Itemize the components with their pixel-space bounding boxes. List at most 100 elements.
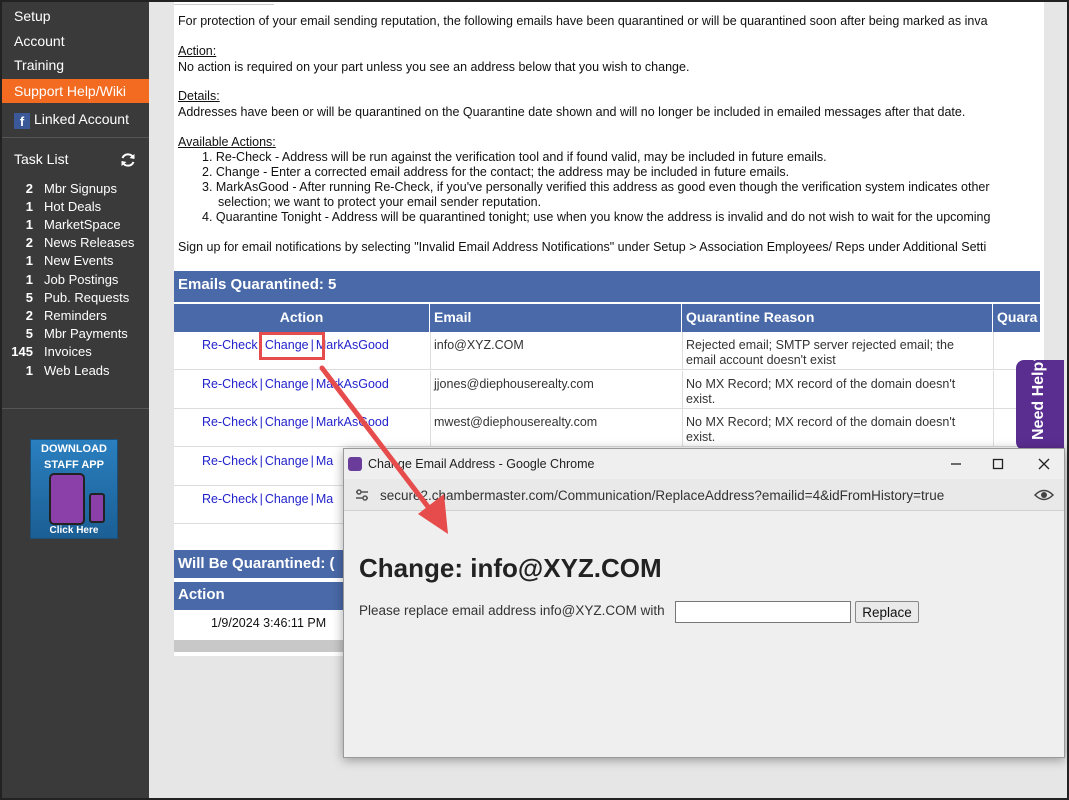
nav-training[interactable]: Training — [2, 53, 149, 77]
recheck-link[interactable]: Re-Check — [202, 492, 258, 506]
action-item-quarantine: 4. Quarantine Tonight - Address will be … — [202, 210, 991, 224]
reason-line: exist. — [686, 392, 716, 406]
task-pub-requests[interactable]: 5 Pub. Requests — [2, 290, 149, 308]
site-settings-icon[interactable] — [354, 487, 370, 503]
markasgood-link[interactable]: MarkAsGood — [316, 377, 389, 391]
reason-line: email account doesn't exist — [686, 353, 836, 367]
recheck-link[interactable]: Re-Check — [202, 454, 258, 468]
replace-button[interactable]: Replace — [855, 601, 919, 623]
change-link[interactable]: Change — [265, 377, 309, 391]
popup-address-bar[interactable]: secure2.chambermaster.com/Communication/… — [344, 479, 1064, 511]
task-invoices[interactable]: 145 Invoices — [2, 344, 149, 362]
task-count: 5 — [25, 326, 33, 341]
action-item-change: 2. Change - Enter a corrected email addr… — [202, 165, 790, 179]
new-email-input[interactable] — [675, 601, 851, 623]
task-reminders[interactable]: 2 Reminders — [2, 308, 149, 326]
task-count: 2 — [25, 181, 33, 196]
app-badge-line2: STAFF APP — [44, 459, 104, 471]
popup-titlebar[interactable]: Change Email Address - Google Chrome — [344, 449, 1064, 479]
nav-linked-account-label: Linked Account — [34, 111, 129, 127]
change-link[interactable]: Change — [265, 454, 309, 468]
cell-divider — [993, 409, 994, 447]
reason-line: Rejected email; SMTP server rejected ema… — [686, 338, 954, 352]
download-staff-app-badge[interactable]: DOWNLOAD STAFF APP Click Here — [30, 439, 118, 539]
will-be-date-cell: 1/9/2024 3:46:11 PM — [211, 616, 327, 630]
nav-setup[interactable]: Setup — [2, 4, 149, 28]
table-row: Re-Check | Change | MarkAsGood jjones@diepho… — [174, 371, 1040, 409]
horizontal-scrollbar[interactable] — [174, 640, 364, 652]
task-mbr-signups[interactable]: 2 Mbr Signups — [2, 181, 149, 199]
task-list-title: Task List — [14, 151, 69, 167]
phone-icon — [49, 473, 85, 525]
email-cell: mwest@diephouserealty.com — [434, 415, 598, 429]
action-item-markasgood: 3. MarkAsGood - After running Re-Check, … — [202, 180, 990, 194]
action-text: No action is required on your part unles… — [178, 60, 690, 74]
recheck-link[interactable]: Re-Check — [202, 415, 258, 429]
link-separator: | — [259, 415, 263, 429]
link-separator: | — [259, 377, 263, 391]
task-count: 145 — [11, 344, 33, 359]
link-separator: | — [310, 377, 314, 391]
cell-divider — [682, 371, 683, 409]
cell-divider — [682, 332, 683, 370]
refresh-icon[interactable] — [120, 152, 136, 168]
cell-divider — [993, 371, 994, 409]
reason-cell: No MX Record; MX record of the domain do… — [686, 377, 955, 407]
row-actions: Re-Check | Change | Ma — [202, 492, 333, 506]
task-job-postings[interactable]: 1 Job Postings — [2, 272, 149, 290]
markasgood-link[interactable]: Ma — [316, 492, 333, 506]
task-label: Invoices — [44, 344, 92, 359]
task-count: 1 — [25, 253, 33, 268]
facebook-icon: f — [14, 113, 30, 129]
reason-line: No MX Record; MX record of the domain do… — [686, 415, 956, 429]
recheck-link[interactable]: Re-Check — [202, 338, 258, 352]
eye-icon[interactable] — [1034, 487, 1054, 503]
markasgood-link[interactable]: MarkAsGood — [316, 415, 389, 429]
task-count: 2 — [25, 235, 33, 250]
markasgood-link[interactable]: MarkAsGood — [316, 338, 389, 352]
table-header: Action Email Quarantine Reason Quara — [174, 303, 1040, 333]
markasgood-link[interactable]: Ma — [316, 454, 333, 468]
reason-cell: Rejected email; SMTP server rejected ema… — [686, 338, 954, 368]
task-count: 1 — [25, 363, 33, 378]
link-separator: | — [259, 492, 263, 506]
action-item-recheck: 1. Re-Check - Address will be run agains… — [202, 150, 827, 164]
nav-account[interactable]: Account — [2, 29, 149, 53]
task-label: Web Leads — [44, 363, 110, 378]
task-news-releases[interactable]: 2 News Releases — [2, 235, 149, 253]
task-web-leads[interactable]: 1 Web Leads — [2, 363, 149, 381]
link-separator: | — [310, 415, 314, 429]
recheck-link[interactable]: Re-Check — [202, 377, 258, 391]
app-badge-click: Click Here — [49, 525, 99, 536]
task-label: News Releases — [44, 235, 135, 250]
task-new-events[interactable]: 1 New Events — [2, 253, 149, 271]
task-marketspace[interactable]: 1 MarketSpace — [2, 217, 149, 235]
popup-heading: Change: info@XYZ.COM — [359, 553, 662, 583]
col-quarantine-date: Quara — [997, 309, 1038, 325]
reason-line: No MX Record; MX record of the domain do… — [686, 377, 956, 391]
task-label: New Events — [44, 253, 114, 268]
row-actions: Re-Check | Change | MarkAsGood — [202, 415, 389, 429]
link-separator: | — [310, 454, 314, 468]
cell-divider — [430, 371, 431, 409]
change-link[interactable]: Change — [265, 492, 309, 506]
task-mbr-payments[interactable]: 5 Mbr Payments — [2, 326, 149, 344]
popup-window-title: Change Email Address - Google Chrome — [368, 457, 595, 471]
maximize-icon[interactable] — [978, 452, 1018, 476]
action-heading: Action: — [178, 44, 217, 58]
task-count: 2 — [25, 308, 33, 323]
cell-divider — [682, 409, 683, 447]
need-help-tab[interactable]: Need Help? — [1016, 352, 1064, 450]
col-action: Action — [174, 304, 430, 333]
action-item-markasgood-cont: selection; we want to protect your email… — [218, 195, 542, 209]
nav-support-help-wiki[interactable]: Support Help/Wiki — [2, 79, 149, 103]
minimize-icon[interactable] — [936, 452, 976, 476]
nav-linked-account[interactable]: f Linked Account — [2, 107, 149, 131]
task-label: Reminders — [44, 308, 107, 323]
reason-line: exist. — [686, 430, 716, 444]
close-icon[interactable] — [1024, 452, 1064, 476]
row-actions: Re-Check | Change | MarkAsGood — [202, 377, 389, 391]
replace-address-label: Please replace email address info@XYZ.CO… — [359, 603, 665, 618]
change-link[interactable]: Change — [265, 415, 309, 429]
task-hot-deals[interactable]: 1 Hot Deals — [2, 199, 149, 217]
